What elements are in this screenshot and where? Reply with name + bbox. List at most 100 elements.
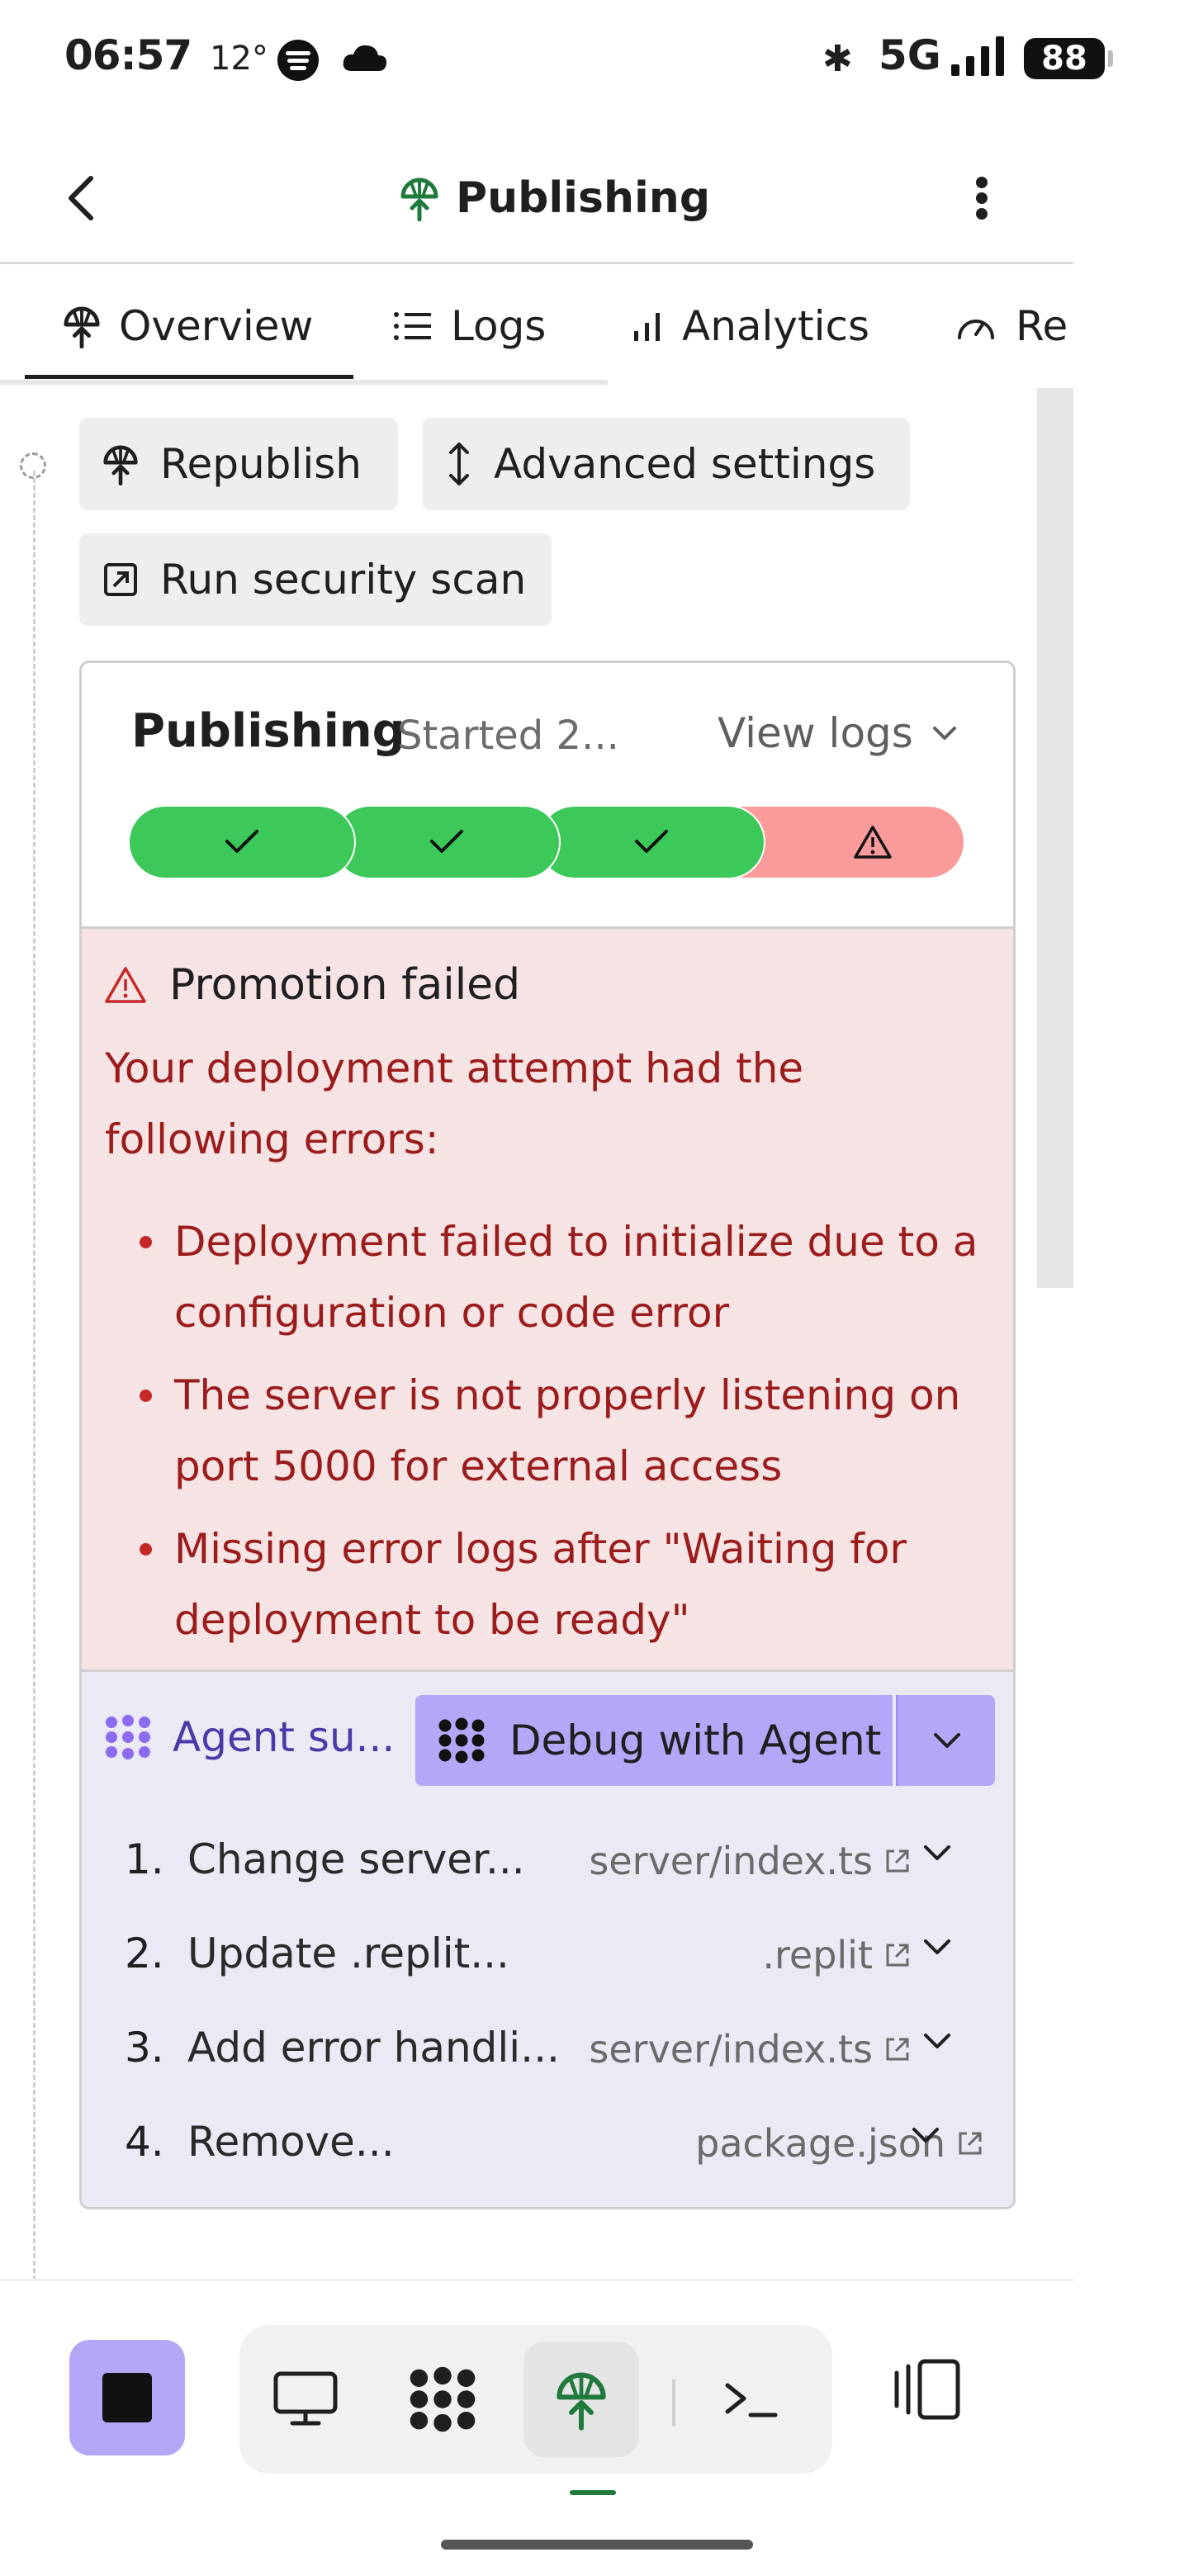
suggestion-file-link[interactable]: package.json [695,2121,985,2166]
suggestion-row[interactable]: 3. Add error handli... server/index.ts [82,2012,1013,2086]
suggestion-row[interactable]: 1. Change server... server/index.ts [82,1824,1013,1898]
bottom-navigation [0,2279,1189,2576]
agent-icon [410,2366,476,2432]
scrollbar[interactable] [1037,388,1073,1288]
republish-label: Republish [160,440,362,488]
more-options-button[interactable] [966,165,999,231]
progress-step-success [539,807,764,878]
view-logs-dropdown[interactable]: View logs [718,709,958,757]
terminal-icon [725,2383,778,2417]
cloud-icon [343,45,387,71]
nav-publishing[interactable] [523,2342,639,2457]
suggestion-file: server/index.ts [589,1839,873,1883]
active-tab-indicator [25,375,353,379]
active-nav-indicator [570,2490,616,2495]
publishing-started-time: Started 2... [397,713,619,759]
error-heading-text: Promotion failed [169,960,521,1010]
suggestion-file-link[interactable]: .replit [762,1933,912,1977]
view-logs-label: View logs [718,709,913,757]
external-link-icon [959,2132,982,2155]
tab-logs[interactable]: Logs [393,289,546,363]
bar-chart-icon [634,313,660,341]
check-icon [430,830,463,853]
nav-agent[interactable] [385,2342,500,2457]
device-toggle-icon[interactable] [892,2358,963,2421]
agent-suggestions-text: Agent su... [173,1713,396,1761]
tab-resources[interactable]: Re [955,289,1068,363]
error-panel: Promotion failed Your deployment attempt… [82,929,1013,1672]
suggestion-number: 2. [125,1930,164,1977]
timeline-pending-dot [20,452,46,479]
agent-icon [106,1715,150,1759]
progress-step-success [334,807,559,878]
bottom-divider [0,2279,1073,2281]
status-time: 06:57 [64,31,192,79]
publish-icon [400,178,438,221]
suggestion-title: Add error handli... [187,2024,560,2072]
back-button[interactable] [58,165,107,231]
debug-with-agent-label: Debug with Agent [509,1717,882,1764]
suggestion-row[interactable]: 4. Remove... package.json [82,2106,1013,2181]
tab-analytics[interactable]: Analytics [631,289,869,363]
republish-button[interactable]: Republish [79,418,398,510]
error-heading: Promotion failed [103,960,520,1010]
chevron-down-icon[interactable] [922,2032,952,2050]
tab-analytics-label: Analytics [682,302,870,350]
suggestion-file-link[interactable]: server/index.ts [589,1839,912,1883]
list-icon [394,312,431,340]
suggestion-file: server/index.ts [589,2027,873,2072]
workspace-nav-group [239,2325,832,2474]
home-indicator[interactable] [441,2540,753,2550]
publishing-card-header: Publishing Started 2... View logs [82,663,1013,929]
debug-with-agent-button[interactable]: Debug with Agent [415,1695,893,1786]
tab-bar: Overview Logs Analytics Re [0,272,1073,388]
check-icon [225,830,258,853]
overview-panel: Republish Advanced settings Run security… [0,388,1073,2279]
suggestion-file: package.json [695,2121,945,2166]
page-title-group: Publishing [400,165,710,231]
tab-scroll-track [0,380,608,385]
debug-options-dropdown[interactable] [896,1695,995,1786]
tab-resources-label: Re [1016,302,1068,350]
chevron-down-icon[interactable] [922,1844,952,1862]
chevron-down-icon [933,1733,960,1748]
advanced-settings-button[interactable]: Advanced settings [423,418,910,510]
chevron-down-icon[interactable] [911,2126,940,2144]
suggestion-row[interactable]: 2. Update .replit... .replit [82,1918,1013,1992]
publish-progress [130,807,964,878]
suggestion-title: Update .replit... [187,1930,509,1977]
gauge-icon [958,320,994,339]
chevron-down-icon[interactable] [922,1938,952,1956]
nav-separator [672,2379,675,2426]
advanced-settings-label: Advanced settings [494,440,876,488]
nav-shell[interactable] [694,2342,809,2457]
suggestion-number: 3. [125,2024,164,2072]
stop-icon [102,2373,152,2422]
tab-overview-label: Overview [119,302,314,350]
nav-preview[interactable] [248,2342,363,2457]
tab-overview[interactable]: Overview [63,289,313,363]
stop-button[interactable] [69,2340,185,2455]
error-list: Deployment failed to initialize due to a… [105,1206,997,1667]
warning-icon [105,967,146,1003]
progress-step-failed [732,807,964,878]
publish-icon [64,306,100,348]
publishing-title: Publishing [131,704,405,758]
suggestion-file-link[interactable]: server/index.ts [589,2027,912,2072]
error-item: Deployment failed to initialize due to a… [105,1206,997,1348]
security-scan-button[interactable]: Run security scan [79,533,552,626]
agent-icon [438,1717,485,1764]
network-type: 5G [879,31,941,79]
agent-suggestions-label: Agent su... [103,1713,395,1761]
external-scan-icon [104,563,137,596]
suggestion-file: .replit [762,1933,873,1977]
external-link-icon [886,2038,909,2061]
desktop-icon [273,2371,338,2426]
progress-step-success [130,807,354,878]
expand-vertical-icon [449,443,469,485]
error-item: Missing error logs after "Waiting for de… [105,1513,997,1655]
signal-icon [951,36,1004,76]
status-temperature: 12° [210,40,268,78]
suggestion-number: 1. [125,1835,164,1883]
app-header: Publishing [0,132,1073,264]
